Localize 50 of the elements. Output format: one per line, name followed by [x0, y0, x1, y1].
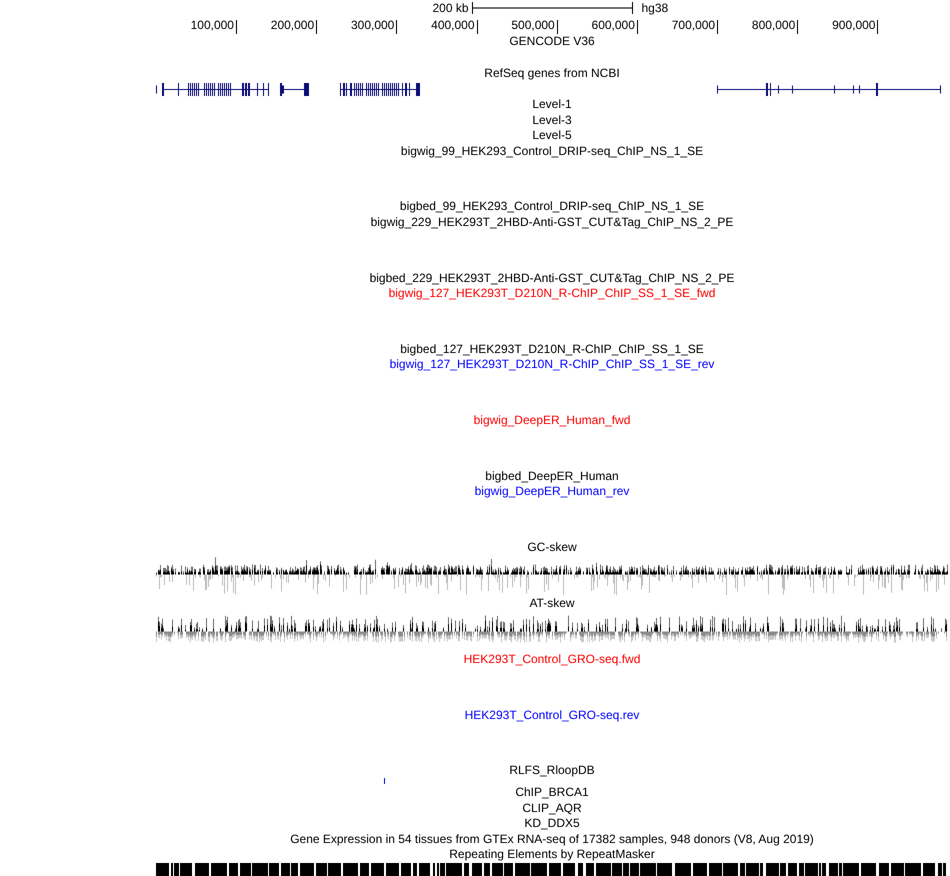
gene-model[interactable]	[162, 82, 269, 96]
track-title: HEK293T_Control_GRO-seq.fwd	[464, 652, 640, 668]
track-title: Level-1	[532, 97, 572, 112]
gene-model[interactable]	[340, 82, 420, 96]
tick-mark-icon	[717, 20, 718, 34]
track-title: AT-skew	[529, 596, 575, 612]
track-title: bigbed_DeepER_Human	[485, 468, 619, 484]
ruler-position-label: 900,000	[832, 18, 876, 34]
track-title: Level-3	[532, 112, 572, 128]
track-title: Gene Expression in 54 tissues from GTEx RNA-seq of 17382 samples, 948 donors (V8, Aug 2019)	[290, 832, 814, 848]
track-title: GC-skew	[527, 540, 577, 556]
track-title: bigbed_99_HEK293_Control_DRIP-seq_ChIP_NS_1_SE	[400, 199, 704, 215]
ruler-position-label: 500,000	[511, 18, 555, 34]
gene-model[interactable]	[717, 82, 941, 96]
scale-label: 200 kb	[432, 0, 470, 16]
track-title: bigwig_127_HEK293T_D210N_R-ChIP_ChIP_SS_1_SE_fwd	[388, 286, 716, 302]
track-title: bigwig_DeepER_Human_rev	[474, 484, 630, 500]
tick-mark-icon	[797, 20, 798, 34]
track-title: bigwig_99_HEK293_Control_DRIP-seq_ChIP_NS_1_SE	[400, 144, 704, 159]
tick-mark-icon	[556, 20, 558, 34]
tick-mark-icon	[236, 20, 237, 34]
track-title: bigwig_127_HEK293T_D210N_R-ChIP_ChIP_SS_1_SE_rev	[390, 357, 714, 373]
tick-mark-icon	[396, 20, 398, 34]
track-title: Repeating Elements by RepeatMasker	[449, 847, 655, 863]
track-title: bigbed_127_HEK293T_D210N_R-ChIP_ChIP_SS_1_SE	[400, 342, 704, 358]
track-title: GENCODE V36	[509, 34, 595, 50]
assembly-label: hg38	[640, 0, 668, 16]
track-title: bigwig_DeepER_Human_fwd	[474, 413, 630, 429]
track-title: bigbed_229_HEK293T_2HBD-Anti-GST_CUT&Tag_ChIP_NS_2_PE	[370, 270, 734, 286]
gene-model[interactable]	[280, 82, 309, 96]
ruler-position-label: 800,000	[752, 18, 796, 34]
ruler-position-label: 400,000	[431, 18, 475, 34]
ruler-position-label: 100,000	[190, 18, 234, 34]
tick-mark-icon	[877, 20, 878, 34]
tick-mark-icon	[476, 20, 478, 34]
track-title: RLFS_RloopDB	[509, 763, 595, 779]
track-title: HEK293T_Control_GRO-seq.rev	[464, 708, 640, 724]
track-title: KD_DDX5	[524, 816, 580, 832]
track-title: ChIP_BRCA1	[515, 785, 589, 801]
ruler-position-label: 200,000	[270, 18, 314, 34]
ruler-position-label: 600,000	[592, 18, 635, 34]
track-title: Level-5	[532, 128, 572, 144]
ruler-position-label: 700,000	[672, 18, 716, 34]
track-title: CLIP_AQR	[522, 800, 582, 816]
tick-mark-icon	[316, 20, 318, 34]
tick-mark-icon	[636, 20, 638, 34]
ruler-position-label: 300,000	[350, 18, 394, 34]
feature-tick-icon[interactable]	[384, 778, 385, 784]
track-title: RefSeq genes from NCBI	[484, 66, 620, 82]
track-title: bigwig_229_HEK293T_2HBD-Anti-GST_CUT&Tag_ChIP_NS_2_PE	[370, 214, 734, 230]
